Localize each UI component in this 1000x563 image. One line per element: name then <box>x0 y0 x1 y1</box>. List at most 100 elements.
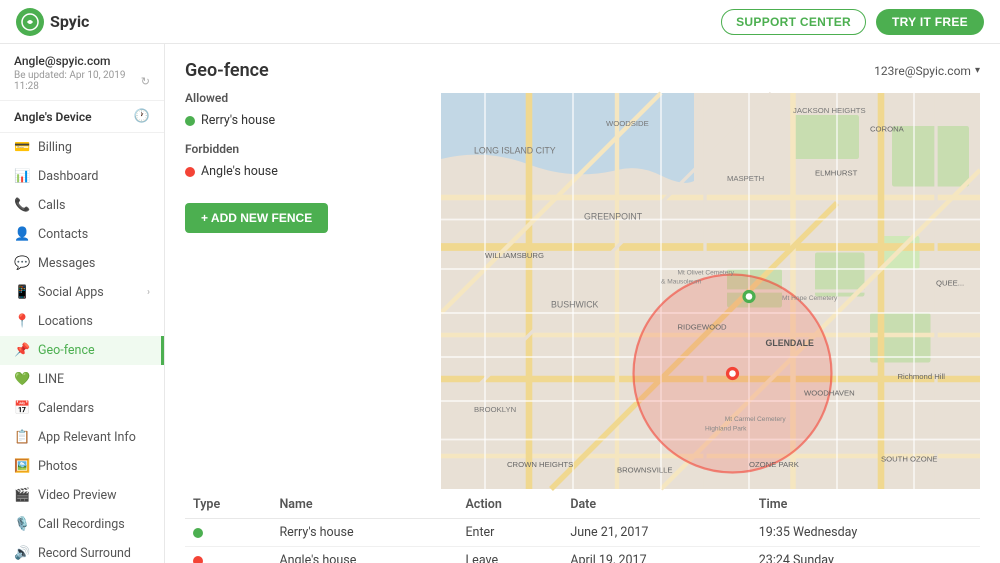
table-cell-name: Rerry's house <box>271 519 457 547</box>
sidebar-item-label: Photos <box>38 459 77 474</box>
calendars-icon: 📅 <box>14 401 30 416</box>
svg-text:ELMHURST: ELMHURST <box>815 169 858 178</box>
navbar-actions: SUPPORT CENTER TRY IT FREE <box>721 9 984 35</box>
try-free-button[interactable]: TRY IT FREE <box>876 9 984 35</box>
main-header: Geo-fence 123re@Spyic.com ▾ <box>165 44 1000 91</box>
svg-text:WILLIAMSBURG: WILLIAMSBURG <box>485 251 544 260</box>
svg-text:CORONA: CORONA <box>870 125 905 134</box>
svg-text:Highland Park: Highland Park <box>705 426 747 433</box>
col-date: Date <box>562 491 750 519</box>
sidebar-item-locations[interactable]: 📍 Locations <box>0 307 164 336</box>
sidebar-device[interactable]: Angle's Device 🕐 <box>0 101 164 133</box>
sidebar-item-label: Call Recordings <box>38 517 125 532</box>
table-cell-action: Enter <box>457 519 562 547</box>
table-cell-time: 19:35 Wednesday <box>751 519 980 547</box>
svg-text:SOUTH OZONE: SOUTH OZONE <box>881 455 937 464</box>
svg-text:BROWNSVILLE: BROWNSVILLE <box>617 466 673 475</box>
sidebar-item-label: Messages <box>38 256 95 271</box>
data-table: Type Name Action Date Time Rerry's house… <box>185 491 980 563</box>
support-center-button[interactable]: SUPPORT CENTER <box>721 9 866 35</box>
sidebar-item-app-relevant[interactable]: 📋 App Relevant Info <box>0 423 164 452</box>
sidebar-item-label: App Relevant Info <box>38 430 136 445</box>
user-account: 123re@Spyic.com ▾ <box>874 64 980 78</box>
red-dot-icon <box>193 556 203 563</box>
sidebar-item-photos[interactable]: 🖼️ Photos <box>0 452 164 481</box>
app-relevant-icon: 📋 <box>14 430 30 445</box>
svg-text:JACKSON HEIGHTS: JACKSON HEIGHTS <box>793 106 866 115</box>
sidebar-updated: Be updated: Apr 10, 2019 11:28 ↻ <box>14 70 150 92</box>
geofence-panel: Allowed Rerry's house Forbidden Angle's … <box>185 91 425 491</box>
sidebar-item-label: Social Apps <box>38 285 104 300</box>
svg-text:CROWN HEIGHTS: CROWN HEIGHTS <box>507 460 573 469</box>
sidebar-user: Angle@spyic.com Be updated: Apr 10, 2019… <box>0 44 164 101</box>
messages-icon: 💬 <box>14 256 30 271</box>
geofence-icon: 📌 <box>14 343 30 358</box>
page-title: Geo-fence <box>185 60 269 81</box>
refresh-icon[interactable]: ↻ <box>141 75 150 88</box>
sidebar-item-calendars[interactable]: 📅 Calendars <box>0 394 164 423</box>
table-cell-type <box>185 547 271 563</box>
locations-icon: 📍 <box>14 314 30 329</box>
col-time: Time <box>751 491 980 519</box>
sidebar-item-label: Calendars <box>38 401 94 416</box>
sidebar-item-billing[interactable]: 💳 Billing <box>0 133 164 162</box>
red-dot-icon <box>185 167 195 177</box>
svg-text:BROOKLYN: BROOKLYN <box>474 405 516 414</box>
table-row: Rerry's house Enter June 21, 2017 19:35 … <box>185 519 980 547</box>
table-section: Type Name Action Date Time Rerry's house… <box>165 491 1000 563</box>
svg-text:Mt Carmel Cemetery: Mt Carmel Cemetery <box>725 416 787 423</box>
svg-text:QUEE...: QUEE... <box>936 279 964 288</box>
sidebar-item-label: Contacts <box>38 227 88 242</box>
table-header: Type Name Action Date Time <box>185 491 980 519</box>
table-cell-action: Leave <box>457 547 562 563</box>
logo-text: Spyic <box>50 12 89 31</box>
video-icon: 🎬 <box>14 488 30 503</box>
svg-text:GLENDALE: GLENDALE <box>766 338 815 348</box>
sidebar-item-video[interactable]: 🎬 Video Preview <box>0 481 164 510</box>
call-recordings-icon: 🎙️ <box>14 517 30 532</box>
sidebar-nav: 💳 Billing 📊 Dashboard 📞 Calls 👤 Contacts… <box>0 133 164 563</box>
sidebar-item-label: LINE <box>38 372 64 387</box>
svg-text:Richmond Hill: Richmond Hill <box>898 372 946 381</box>
sidebar-item-social-apps[interactable]: 📱 Social Apps › <box>0 278 164 307</box>
sidebar-item-label: Geo-fence <box>38 343 95 358</box>
allowed-section: Allowed Rerry's house <box>185 91 425 130</box>
table-cell-time: 23:24 Sunday <box>751 547 980 563</box>
svg-text:MASPETH: MASPETH <box>727 174 764 183</box>
contacts-icon: 👤 <box>14 227 30 242</box>
sidebar-item-geofence[interactable]: 📌 Geo-fence <box>0 336 164 365</box>
logo: Spyic <box>16 8 89 36</box>
svg-text:BUSHWICK: BUSHWICK <box>551 300 599 310</box>
sidebar-item-dashboard[interactable]: 📊 Dashboard <box>0 162 164 191</box>
calls-icon: 📞 <box>14 198 30 213</box>
sidebar-item-line[interactable]: 💚 LINE <box>0 365 164 394</box>
svg-text:Mt Olivet Cemetery: Mt Olivet Cemetery <box>678 270 735 277</box>
navbar: Spyic SUPPORT CENTER TRY IT FREE <box>0 0 1000 44</box>
add-fence-button[interactable]: + ADD NEW FENCE <box>185 203 328 233</box>
col-action: Action <box>457 491 562 519</box>
svg-text:RIDGEWOOD: RIDGEWOOD <box>678 323 728 332</box>
forbidden-section: Forbidden Angle's house <box>185 142 425 181</box>
svg-text:LONG ISLAND CITY: LONG ISLAND CITY <box>474 146 556 156</box>
sidebar-item-contacts[interactable]: 👤 Contacts <box>0 220 164 249</box>
device-name: Angle's Device <box>14 110 92 124</box>
allowed-item: Rerry's house <box>185 111 425 130</box>
sidebar-item-label: Record Surround <box>38 546 131 561</box>
green-dot-icon <box>193 528 203 538</box>
sidebar-item-label: Dashboard <box>38 169 98 184</box>
col-name: Name <box>271 491 457 519</box>
chevron-down-icon[interactable]: ▾ <box>975 65 980 76</box>
allowed-title: Allowed <box>185 91 425 105</box>
clock-icon: 🕐 <box>134 109 150 124</box>
sidebar: Angle@spyic.com Be updated: Apr 10, 2019… <box>0 44 165 563</box>
sidebar-item-messages[interactable]: 💬 Messages <box>0 249 164 278</box>
sidebar-item-calls[interactable]: 📞 Calls <box>0 191 164 220</box>
billing-icon: 💳 <box>14 140 30 155</box>
sidebar-item-record-surround[interactable]: 🔊 Record Surround <box>0 539 164 563</box>
sidebar-item-call-recordings[interactable]: 🎙️ Call Recordings <box>0 510 164 539</box>
svg-text:OZONE PARK: OZONE PARK <box>749 460 800 469</box>
social-apps-icon: 📱 <box>14 285 30 300</box>
sidebar-item-label: Locations <box>38 314 93 329</box>
sidebar-item-label: Calls <box>38 198 65 213</box>
photos-icon: 🖼️ <box>14 459 30 474</box>
